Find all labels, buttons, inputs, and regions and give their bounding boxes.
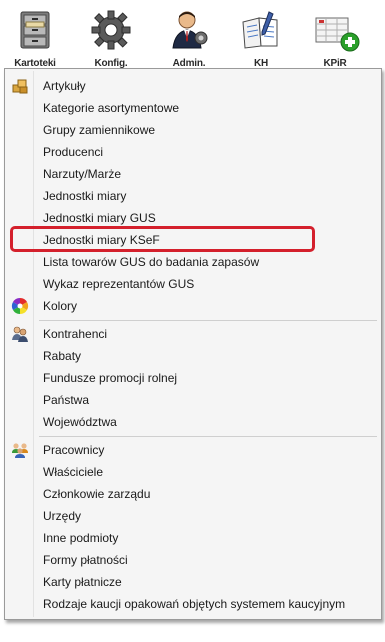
menu-item-karty-platnicze[interactable]: Karty płatnicze	[7, 571, 379, 593]
employees-icon	[12, 443, 28, 458]
menu-item-label: Grupy zamiennikowe	[43, 123, 156, 137]
gear-icon	[91, 10, 131, 50]
toolbar: Kartoteki Konfig. Admin. KH KPiR	[0, 0, 385, 70]
menu-item-label: Państwa	[43, 393, 90, 407]
toolbar-button-kartoteki[interactable]: Kartoteki	[6, 8, 64, 69]
boxes-icon	[12, 79, 28, 94]
admin-user-icon	[172, 11, 208, 49]
menu-item-label: Fundusze promocji rolnej	[43, 371, 178, 385]
menu-item-label: Inne podmioty	[43, 531, 119, 545]
menu-item-label: Wykaz reprezentantów GUS	[43, 277, 195, 291]
menu-item-label: Jednostki miary GUS	[43, 211, 156, 225]
menu-item-label: Kontrahenci	[43, 327, 108, 341]
menu-item-fundusze-promocji-rolnej[interactable]: Fundusze promocji rolnej	[7, 367, 379, 389]
menu-item-formy-platnosci[interactable]: Formy płatności	[7, 549, 379, 571]
menu-item-kategorie-asortymentowe[interactable]: Kategorie asortymentowe	[7, 97, 379, 119]
menu-item-label: Karty płatnicze	[43, 575, 122, 589]
highlight-annotation-box	[10, 226, 315, 252]
menu-item-artykuly[interactable]: Artykuły	[7, 75, 379, 97]
menu-item-inne-podmioty[interactable]: Inne podmioty	[7, 527, 379, 549]
color-wheel-icon	[11, 297, 29, 315]
menu-item-rabaty[interactable]: Rabaty	[7, 345, 379, 367]
menu-item-narzuty-marze[interactable]: Narzuty/Marże	[7, 163, 379, 185]
menu-item-czlonkowie-zarzadu[interactable]: Członkowie zarządu	[7, 483, 379, 505]
menu-item-jednostki-miary[interactable]: Jednostki miary	[7, 185, 379, 207]
menu-item-wlasciciele[interactable]: Właściciele	[7, 461, 379, 483]
kartoteki-dropdown-menu: Artykuły Kategorie asortymentowe Grupy z…	[4, 68, 382, 620]
menu-item-label: Rabaty	[43, 349, 82, 363]
menu-item-wykaz-reprezentantow-gus[interactable]: Wykaz reprezentantów GUS	[7, 273, 379, 295]
menu-item-label: Członkowie zarządu	[43, 487, 151, 501]
contractors-icon	[12, 326, 28, 342]
menu-item-wojewodztwa[interactable]: Województwa	[7, 411, 379, 433]
toolbar-button-admin[interactable]: Admin.	[160, 8, 218, 69]
toolbar-button-kh[interactable]: KH	[232, 8, 290, 69]
menu-item-pracownicy[interactable]: Pracownicy	[7, 439, 379, 461]
menu-item-producenci[interactable]: Producenci	[7, 141, 379, 163]
menu-separator	[39, 320, 377, 321]
menu-item-label: Pracownicy	[43, 443, 105, 457]
menu-separator	[39, 436, 377, 437]
menu-item-kontrahenci[interactable]: Kontrahenci	[7, 323, 379, 345]
menu-item-label: Właściciele	[43, 465, 104, 479]
menu-item-panstwa[interactable]: Państwa	[7, 389, 379, 411]
menu-item-kolory[interactable]: Kolory	[7, 295, 379, 317]
menu-item-label: Urzędy	[43, 509, 82, 523]
ledger-book-icon	[242, 11, 278, 49]
menu-item-label: Lista towarów GUS do badania zapasów	[43, 255, 260, 269]
toolbar-button-konfig[interactable]: Konfig.	[82, 8, 140, 69]
menu-item-label: Rodzaje kaucji opakowań objętych systeme…	[43, 597, 346, 611]
kpir-add-icon	[315, 17, 360, 52]
menu-item-label: Producenci	[43, 145, 104, 159]
menu-item-label: Kolory	[43, 299, 78, 313]
menu-item-label: Narzuty/Marże	[43, 167, 122, 181]
menu-item-label: Jednostki miary	[43, 189, 127, 203]
menu-item-label: Województwa	[43, 415, 117, 429]
menu-item-lista-towarow-gus[interactable]: Lista towarów GUS do badania zapasów	[7, 251, 379, 273]
filing-cabinet-icon	[20, 11, 50, 49]
menu-item-label: Artykuły	[43, 79, 86, 93]
menu-item-grupy-zamiennikowe[interactable]: Grupy zamiennikowe	[7, 119, 379, 141]
menu-item-rodzaje-kaucji-opakowan[interactable]: Rodzaje kaucji opakowań objętych systeme…	[7, 593, 379, 615]
menu-item-label: Formy płatności	[43, 553, 128, 567]
menu-item-label: Kategorie asortymentowe	[43, 101, 180, 115]
menu-item-urzedy[interactable]: Urzędy	[7, 505, 379, 527]
toolbar-button-kpir[interactable]: KPiR	[306, 8, 364, 69]
